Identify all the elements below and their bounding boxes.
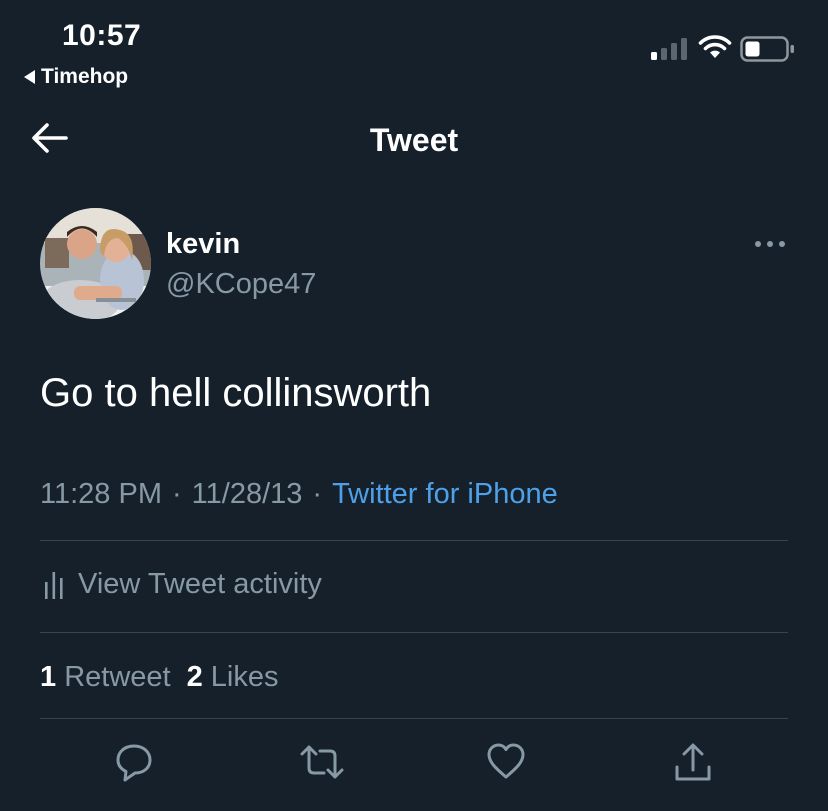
meta-separator: · [171, 478, 182, 510]
wifi-icon [698, 35, 732, 58]
likes-count: 2 [186, 661, 203, 693]
retweets-label: Retweet [64, 661, 171, 693]
view-tweet-activity-label: View Tweet activity [78, 568, 322, 600]
tweet-date: 11/28/13 [191, 478, 303, 510]
divider [40, 540, 788, 541]
divider [40, 632, 788, 633]
reply-icon[interactable] [114, 742, 154, 782]
tweet-stats: 1 Retweet 2 Likes [40, 659, 279, 695]
tweet-text: Go to hell collinsworth [40, 371, 432, 415]
cellular-signal-icon [651, 38, 687, 60]
retweets-stat[interactable]: 1 Retweet [40, 661, 171, 693]
more-options-icon[interactable] [754, 240, 786, 248]
battery-icon [740, 36, 794, 62]
profile-photo-icon [40, 208, 151, 319]
user-handle[interactable]: @KCope47 [166, 266, 316, 302]
display-name[interactable]: kevin [166, 226, 240, 262]
meta-separator: · [312, 478, 323, 510]
avatar[interactable] [40, 208, 151, 319]
back-triangle-icon [24, 70, 35, 84]
page-title: Tweet [369, 122, 459, 158]
back-to-app-link[interactable]: Timehop [24, 64, 128, 90]
retweets-count: 1 [40, 661, 57, 693]
tweet-meta: 11:28 PM · 11/28/13 · Twitter for iPhone [40, 476, 558, 512]
tweet-source-link[interactable]: Twitter for iPhone [332, 478, 558, 510]
like-icon[interactable] [486, 742, 526, 780]
status-bar-time: 10:57 [62, 19, 142, 52]
bar-chart-icon [45, 572, 63, 599]
view-tweet-activity-button[interactable]: View Tweet activity [44, 566, 322, 602]
share-icon[interactable] [673, 742, 713, 784]
back-app-label: Timehop [41, 65, 129, 88]
retweet-icon[interactable] [299, 742, 345, 782]
likes-label: Likes [210, 661, 279, 693]
likes-stat[interactable]: 2 Likes [187, 661, 279, 693]
tweet-time: 11:28 PM [40, 478, 162, 510]
divider [40, 718, 788, 719]
